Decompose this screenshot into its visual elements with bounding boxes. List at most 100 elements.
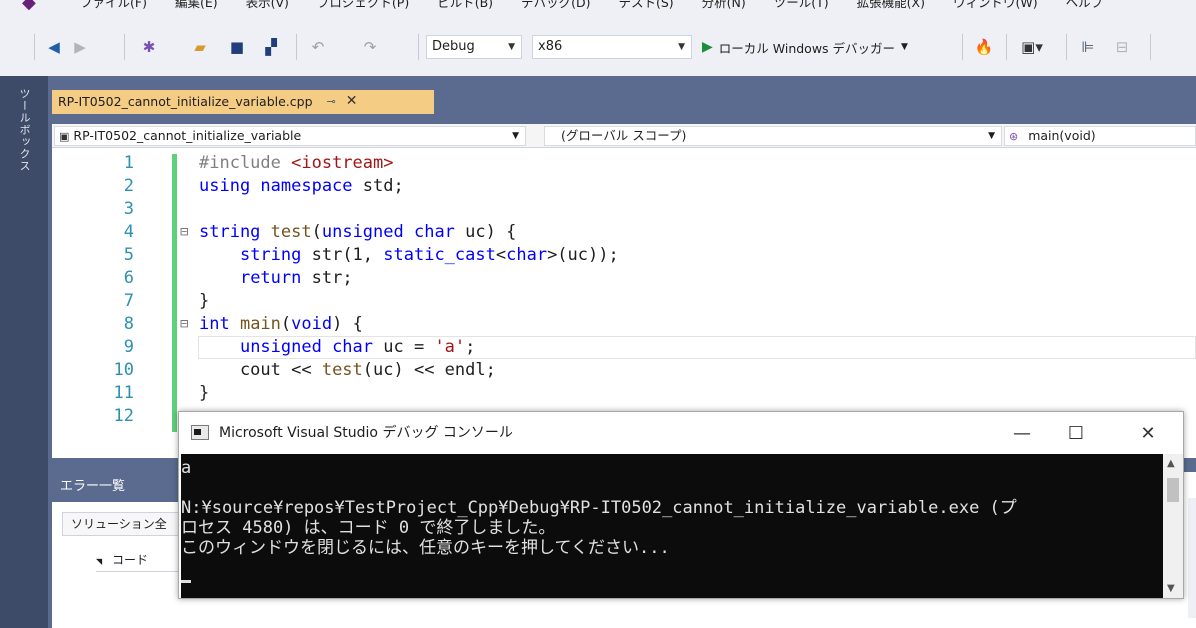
code-line[interactable]: 3 — [52, 198, 1196, 221]
debug-console-window[interactable]: Microsoft Visual Studio デバッグ コンソール — ☐ ✕… — [178, 411, 1184, 599]
minimize-button[interactable]: — — [999, 412, 1045, 454]
new-project-icon[interactable]: ✱ — [134, 34, 164, 60]
code-token: static_cast — [383, 245, 496, 265]
menu-item[interactable]: 編集(E) — [161, 0, 232, 11]
member-select[interactable]: ⊛ main(void) — [1004, 126, 1196, 146]
toolbar-separator — [1006, 34, 1007, 60]
pin-icon[interactable]: ⊸ — [327, 95, 336, 108]
fold-toggle-icon[interactable]: ⊟ — [180, 313, 188, 336]
scroll-down-icon[interactable]: ▼ — [1167, 583, 1175, 594]
code-token: string — [199, 222, 271, 242]
navigate-forward-icon[interactable]: ▶ — [68, 34, 92, 60]
code-text: cout << test(uc) << endl; — [199, 359, 496, 382]
code-line[interactable]: 11} — [52, 382, 1196, 405]
menu-item[interactable]: ヘルプ — [1052, 0, 1118, 11]
save-icon[interactable]: ■ — [224, 34, 250, 60]
code-text: } — [199, 382, 209, 405]
code-token: unsigned char — [321, 222, 466, 242]
solution-config-select[interactable]: Debug ▼ — [426, 35, 522, 59]
chevron-down-icon: ▼ — [988, 131, 995, 141]
code-token: using namespace — [199, 176, 363, 196]
code-line[interactable]: 8 ⊟ int main(void) { — [52, 313, 1196, 336]
platform-value: x86 — [538, 39, 563, 54]
play-icon: ▶ — [702, 39, 713, 55]
line-number: 9 — [123, 337, 134, 357]
fold-toggle-icon[interactable]: ⊟ — [180, 221, 188, 244]
start-debugging-button[interactable]: ▶ ローカル Windows デバッガー ▼ — [702, 35, 908, 59]
code-line[interactable]: 5 string str(1, static_cast<char>(uc)); — [52, 244, 1196, 267]
hot-reload-icon[interactable]: 🔥 — [970, 34, 998, 60]
menu-item[interactable]: テスト(S) — [604, 0, 687, 11]
line-number: 6 — [123, 268, 134, 288]
platform-select[interactable]: x86 ▼ — [532, 35, 692, 59]
console-cursor — [181, 580, 191, 583]
close-tab-icon[interactable]: ✕ — [346, 93, 358, 109]
menu-item[interactable]: ツール(T) — [760, 0, 843, 11]
code-token: uc) { — [465, 222, 517, 242]
line-number: 12 — [113, 406, 134, 426]
line-number: 11 — [113, 383, 134, 403]
menu-item[interactable]: 拡張機能(X) — [843, 0, 939, 11]
toolbar-separator — [296, 34, 297, 60]
console-title: Microsoft Visual Studio デバッグ コンソール — [219, 425, 513, 441]
code-token: str; — [311, 268, 353, 288]
line-number: 4 — [123, 222, 134, 242]
open-file-icon[interactable]: ▰ — [186, 34, 214, 60]
console-titlebar[interactable]: Microsoft Visual Studio デバッグ コンソール — ☐ ✕ — [179, 412, 1183, 454]
code-token: ; — [465, 337, 476, 357]
code-line[interactable]: 6 return str; — [52, 267, 1196, 290]
screenshot-icon[interactable]: ▣▾ — [1012, 34, 1052, 60]
tab-active-document[interactable]: RP-IT0502_cannot_initialize_variable.cpp… — [52, 90, 434, 114]
code-line[interactable]: 9 unsigned char uc = 'a'; — [52, 336, 1196, 359]
code-line[interactable]: 1 #include <iostream> — [52, 152, 1196, 175]
code-text: using namespace std; — [199, 175, 404, 198]
undo-icon[interactable]: ↶ — [306, 34, 330, 60]
chevron-down-icon: ▼ — [508, 42, 515, 52]
toolbar-separator — [1066, 34, 1067, 60]
menu-items: ファイル(F) 編集(E) 表示(V) プロジェクト(P) ビルド(B) デバッグ(D) テ… — [66, 0, 1117, 11]
code-token: char — [506, 245, 548, 265]
console-scrollbar[interactable]: ▲ ▼ — [1163, 454, 1183, 598]
console-line: このウィンドウを閉じるには、任意のキーを押してください... — [181, 538, 670, 558]
menu-item[interactable]: ウィンドウ(W) — [939, 0, 1052, 11]
navigate-back-icon[interactable]: ◀ — [40, 34, 68, 60]
menu-item[interactable]: デバッグ(D) — [507, 0, 604, 11]
toolbox-label[interactable]: ツールボックス — [16, 88, 32, 172]
toolbar-separator — [1150, 34, 1151, 60]
maximize-button[interactable]: ☐ — [1053, 412, 1099, 454]
console-line: N:¥source¥repos¥TestProject_Cpp¥Debug¥RP… — [181, 498, 1017, 518]
menu-item[interactable]: 表示(V) — [232, 0, 303, 11]
project-select[interactable]: ▣ RP-IT0502_cannot_initialize_variable ▼ — [54, 126, 526, 146]
code-token: 'a' — [434, 337, 466, 357]
toolbar-separator — [34, 34, 35, 60]
code-column-label: コード — [111, 553, 148, 567]
code-token: string — [239, 245, 312, 265]
code-line[interactable]: 4 ⊟ string test(unsigned char uc) { — [52, 221, 1196, 244]
visual-studio-logo-icon: ◆ — [22, 0, 36, 13]
bookmark-next-icon[interactable]: ⊟ — [1108, 34, 1136, 60]
line-number: 10 — [113, 360, 134, 380]
code-text: string test(unsigned char uc) { — [199, 221, 516, 244]
code-line[interactable]: 10 cout << test(uc) << endl; — [52, 359, 1196, 382]
error-list-scrollbar[interactable] — [1188, 498, 1196, 618]
code-token: test — [321, 360, 363, 380]
redo-icon[interactable]: ↷ — [358, 34, 382, 60]
close-button[interactable]: ✕ — [1125, 412, 1171, 454]
error-scope-select[interactable]: ソリューション全 — [62, 512, 182, 536]
scroll-thumb[interactable] — [1167, 478, 1179, 502]
scroll-up-icon[interactable]: ▲ — [1167, 458, 1175, 469]
menu-item[interactable]: ビルド(B) — [423, 0, 507, 11]
menu-item[interactable]: プロジェクト(P) — [303, 0, 423, 11]
menu-item[interactable]: ファイル(F) — [66, 0, 161, 11]
console-output[interactable]: a N:¥source¥repos¥TestProject_Cpp¥Debug¥R… — [181, 454, 1163, 598]
bookmark-icon[interactable]: ⊫ — [1074, 34, 1102, 60]
toolbox-sidebar[interactable]: ツールボックス — [0, 76, 48, 628]
code-text: int main(void) { — [199, 313, 363, 336]
error-list-title[interactable]: エラー一覧 — [52, 472, 192, 502]
menu-item[interactable]: 分析(N) — [688, 0, 760, 11]
save-all-icon[interactable]: ▞ — [256, 34, 286, 60]
code-token: ( — [280, 314, 292, 334]
code-line[interactable]: 7} — [52, 290, 1196, 313]
code-line[interactable]: 2 using namespace std; — [52, 175, 1196, 198]
scope-select[interactable]: (グローバル スコープ) ▼ — [544, 126, 1002, 146]
